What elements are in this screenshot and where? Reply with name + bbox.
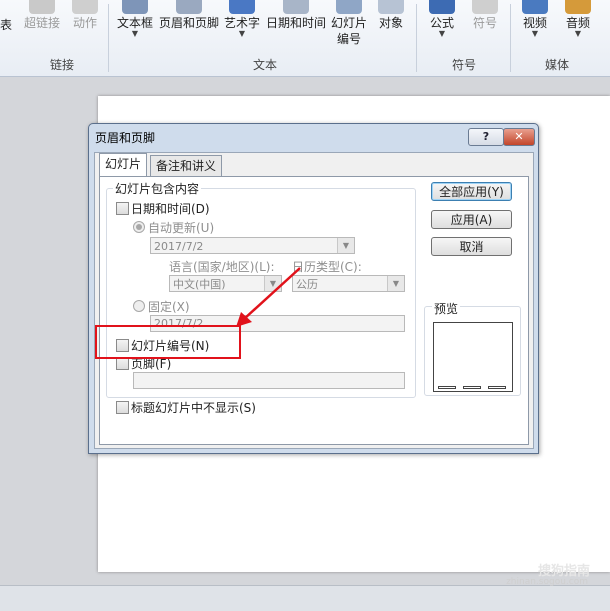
close-button[interactable]: ✕ (503, 128, 535, 146)
video-label: 视频 (522, 16, 547, 30)
header-footer-icon (176, 0, 202, 14)
slide-number-label-line2: 编号 (336, 32, 361, 46)
action-icon (72, 0, 98, 14)
hide-on-title-checkbox[interactable] (116, 401, 129, 414)
group-separator (510, 4, 511, 72)
calendar-type-label: 日历类型(C): (292, 260, 362, 274)
date-time-label: 日期和时间 (265, 16, 326, 30)
chevron-down-icon: ▼ (438, 29, 446, 38)
calendar-type-select[interactable]: 公历 ▼ (292, 275, 405, 292)
speaker-icon (565, 0, 591, 14)
chevron-down-icon: ▼ (238, 29, 246, 38)
status-bar (0, 585, 610, 611)
textbox-button[interactable]: 文本框 ▼ (115, 0, 155, 38)
calendar-icon (283, 0, 309, 14)
equation-label: 公式 (429, 16, 454, 30)
wordart-label: 艺术字 (223, 16, 260, 30)
date-time-checkbox[interactable] (116, 202, 129, 215)
section-title: 幻灯片包含内容 (113, 180, 202, 197)
ribbon-left-edge-label: 表 (0, 18, 13, 32)
preview-title: 预览 (432, 300, 461, 317)
chevron-down-icon: ▼ (337, 238, 354, 253)
ribbon-left-edge-button[interactable]: 表 (0, 16, 13, 32)
date-time-button[interactable]: 日期和时间 (265, 0, 327, 30)
date-time-label: 日期和时间(D) (131, 202, 210, 216)
help-button[interactable]: ? (468, 128, 504, 146)
ribbon: 表 超链接 动作 链接 文本框 ▼ 页眉和页脚 艺术字 ▼ 日期和时间 幻灯片 … (0, 0, 610, 77)
preview-footer-placeholder (463, 386, 481, 389)
fixed-radio[interactable] (133, 300, 145, 312)
wordart-icon (229, 0, 255, 14)
chevron-down-icon: ▼ (131, 29, 139, 38)
symbol-label: 符号 (472, 16, 497, 30)
equation-button[interactable]: 公式 ▼ (425, 0, 459, 38)
object-icon (378, 0, 404, 14)
chevron-down-icon: ▼ (387, 276, 404, 291)
group-label-links: 链接 (50, 58, 75, 72)
slide-number-button[interactable]: 幻灯片 编号 (330, 0, 368, 46)
slide-number-label: 幻灯片 (330, 16, 367, 30)
group-separator (416, 4, 417, 72)
language-select[interactable]: 中文(中国) ▼ (169, 275, 282, 292)
hyperlink-icon (29, 0, 55, 14)
video-button[interactable]: 视频 ▼ (518, 0, 552, 38)
pi-icon (429, 0, 455, 14)
hyperlink-label: 超链接 (23, 16, 60, 30)
slide-number-icon (336, 0, 362, 14)
tab-slide[interactable]: 幻灯片 (99, 153, 148, 176)
calendar-type-value: 公历 (296, 278, 318, 291)
tab-notes-handouts[interactable]: 备注和讲义 (150, 155, 223, 176)
footer-input[interactable] (133, 372, 405, 389)
watermark-url: zhinan.sogou.com (506, 577, 588, 587)
highlight-box (95, 325, 241, 359)
auto-update-label: 自动更新(U) (148, 221, 215, 235)
film-icon (522, 0, 548, 14)
chevron-down-icon: ▼ (574, 29, 582, 38)
apply-button[interactable]: 应用(A) (431, 210, 512, 229)
preview-thumbnail (433, 322, 513, 392)
preview-date-placeholder (438, 386, 456, 389)
language-label: 语言(国家/地区)(L): (169, 260, 275, 274)
fixed-label: 固定(X) (148, 300, 190, 314)
group-label-symbols: 符号 (452, 58, 477, 72)
action-label: 动作 (72, 16, 97, 30)
auto-update-radio[interactable] (133, 221, 145, 233)
group-label-text: 文本 (253, 58, 278, 72)
textbox-label: 文本框 (116, 16, 153, 30)
chevron-down-icon: ▼ (264, 276, 281, 291)
header-footer-button[interactable]: 页眉和页脚 (158, 0, 220, 30)
omega-icon (472, 0, 498, 14)
action-button[interactable]: 动作 (70, 0, 100, 30)
chevron-down-icon: ▼ (531, 29, 539, 38)
object-label: 对象 (378, 16, 403, 30)
cancel-button[interactable]: 取消 (431, 237, 512, 256)
hide-on-title-label: 标题幻灯片中不显示(S) (131, 401, 256, 415)
apply-to-all-button[interactable]: 全部应用(Y) (431, 182, 512, 201)
date-format-select[interactable]: 2017/7/2 ▼ (150, 237, 355, 254)
symbol-button[interactable]: 符号 (468, 0, 502, 30)
header-footer-label: 页眉和页脚 (158, 16, 219, 30)
textbox-icon (122, 0, 148, 14)
object-button[interactable]: 对象 (374, 0, 408, 30)
language-value: 中文(中国) (173, 278, 226, 291)
wordart-button[interactable]: 艺术字 ▼ (222, 0, 262, 38)
audio-button[interactable]: 音频 ▼ (561, 0, 595, 38)
preview-number-placeholder (488, 386, 506, 389)
dialog-title: 页眉和页脚 (95, 131, 156, 145)
group-label-media: 媒体 (545, 58, 570, 72)
audio-label: 音频 (565, 16, 590, 30)
group-separator (108, 4, 109, 72)
date-format-value: 2017/7/2 (154, 240, 204, 253)
hyperlink-button[interactable]: 超链接 (22, 0, 62, 30)
